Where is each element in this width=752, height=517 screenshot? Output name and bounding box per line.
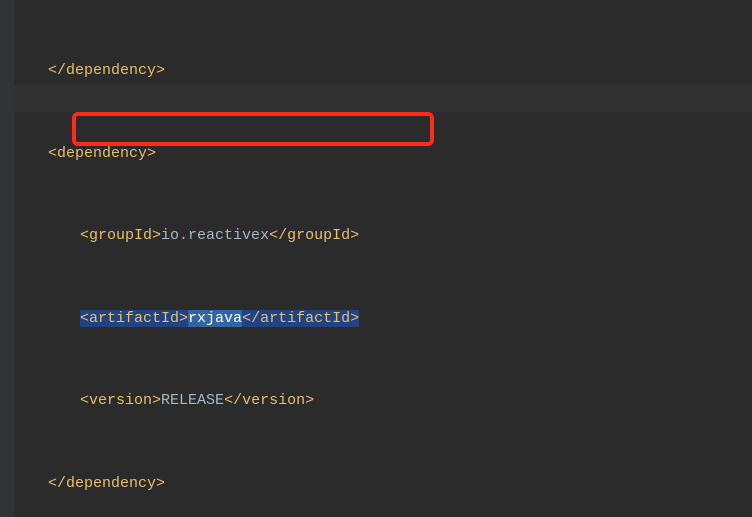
code-line: <dependency> — [16, 140, 752, 168]
code-line: </dependency> — [16, 470, 752, 498]
code-line: <groupId>io.reactivex</groupId> — [16, 222, 752, 250]
code-line: <version>RELEASE</version> — [16, 387, 752, 415]
code-line: <artifactId>rxjava</artifactId> — [16, 305, 752, 333]
code-line: </dependency> — [16, 57, 752, 85]
code-editor[interactable]: </dependency> <dependency> <groupId>io.r… — [0, 0, 752, 517]
